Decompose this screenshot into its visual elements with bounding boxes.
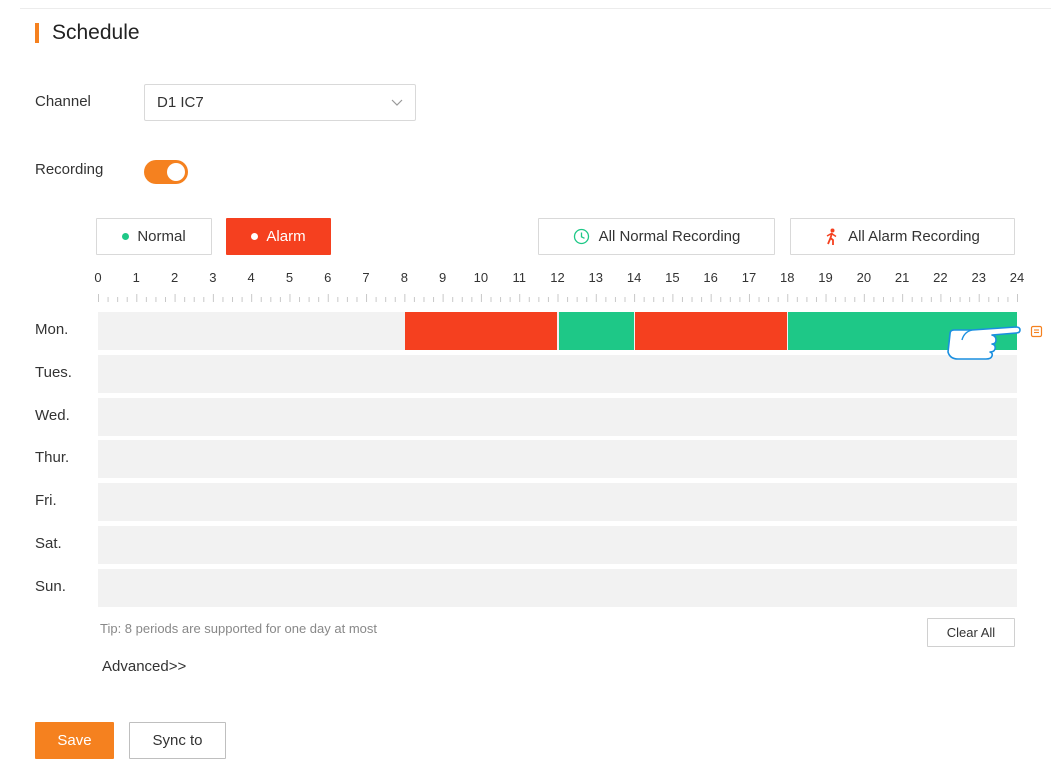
hour-tick-label: 18 <box>780 270 795 285</box>
hour-tick-label: 20 <box>856 270 872 285</box>
day-label: Sat. <box>35 535 62 552</box>
sync-to-label: Sync to <box>152 732 203 749</box>
normal-mode-label: Normal <box>137 228 186 245</box>
hour-tick-label: 3 <box>209 270 217 285</box>
hour-tick-label: 6 <box>324 270 332 285</box>
hour-tick-label: 2 <box>170 270 179 285</box>
alarm-mode-button[interactable]: Alarm <box>226 218 331 255</box>
toggle-knob <box>167 163 185 181</box>
hour-tick-label: 15 <box>665 270 680 285</box>
clear-all-label: Clear All <box>946 625 996 640</box>
all-alarm-recording-button[interactable]: All Alarm Recording <box>790 218 1015 255</box>
schedule-row[interactable] <box>98 312 1017 350</box>
clear-all-button[interactable]: Clear All <box>927 618 1015 647</box>
hour-tick-label: 4 <box>247 270 255 285</box>
normal-period-segment[interactable] <box>788 312 1017 350</box>
recording-label: Recording <box>35 161 104 178</box>
recording-toggle[interactable] <box>144 160 188 184</box>
hour-tick-label: 9 <box>439 270 447 285</box>
alarm-period-segment[interactable] <box>405 312 558 350</box>
hour-tick-label: 21 <box>894 270 910 285</box>
hour-tick-label: 23 <box>971 270 986 285</box>
hour-tick-label: 1 <box>132 270 140 285</box>
save-label: Save <box>57 732 92 749</box>
alarm-period-segment[interactable] <box>635 312 788 350</box>
clock-icon <box>573 228 589 245</box>
schedule-row[interactable] <box>98 355 1017 393</box>
hour-tick-label: 17 <box>741 270 757 285</box>
save-button[interactable]: Save <box>35 722 114 759</box>
hour-timeline: 0 1 2 3 4 5 6 7 8 9 10 11 12 13 14 15 16 17 18 19 20 21 22 23 24 <box>94 270 1024 302</box>
all-normal-recording-button[interactable]: All Normal Recording <box>538 218 775 255</box>
schedule-row[interactable] <box>98 440 1017 478</box>
hour-tick-label: 11 <box>512 270 526 285</box>
channel-select-value: D1 IC7 <box>157 94 204 111</box>
hour-tick-label: 7 <box>362 270 370 285</box>
day-label: Sun. <box>35 578 66 595</box>
channel-select[interactable]: D1 IC7 <box>144 84 416 121</box>
day-label: Mon. <box>35 321 69 338</box>
tip-text: Tip: 8 periods are supported for one day… <box>100 621 378 636</box>
normal-dot-icon <box>122 233 130 240</box>
sync-to-button[interactable]: Sync to <box>129 722 226 759</box>
hour-tick-label: 10 <box>473 270 489 285</box>
day-label: Tues. <box>35 364 72 381</box>
hour-tick-label: 24 <box>1009 270 1025 285</box>
hour-tick-label: 5 <box>285 270 294 285</box>
normal-mode-button[interactable]: Normal <box>96 218 212 255</box>
hour-tick-label: 22 <box>933 270 948 285</box>
hour-tick-label: 12 <box>550 270 565 285</box>
schedule-row[interactable] <box>98 569 1017 607</box>
alarm-mode-label: Alarm <box>266 228 306 245</box>
schedule-row[interactable] <box>98 526 1017 564</box>
channel-label: Channel <box>35 93 91 110</box>
hour-tick-label: 16 <box>703 270 718 285</box>
hour-tick-label: 8 <box>400 270 408 285</box>
day-label: Fri. <box>35 492 57 509</box>
all-normal-recording-label: All Normal Recording <box>598 228 741 245</box>
title-accent-bar <box>35 23 39 43</box>
alarm-dot-icon <box>251 233 259 240</box>
hour-tick-label: 14 <box>626 270 642 285</box>
page-top-border <box>20 8 1051 9</box>
schedule-row[interactable] <box>98 398 1017 436</box>
schedule-row[interactable] <box>98 483 1017 521</box>
running-person-icon <box>826 228 837 245</box>
day-label: Wed. <box>35 407 70 424</box>
timeline-ruler <box>98 294 1018 302</box>
hour-tick-label: 13 <box>588 270 604 285</box>
page-title: Schedule <box>35 20 140 46</box>
copy-icon[interactable] <box>1030 325 1043 338</box>
hour-tick-label: 19 <box>818 270 833 285</box>
normal-period-segment[interactable] <box>558 312 635 350</box>
page-title-text: Schedule <box>52 21 140 44</box>
advanced-link[interactable]: Advanced>> <box>102 658 186 675</box>
hour-tick-label: 0 <box>94 270 102 285</box>
all-alarm-recording-label: All Alarm Recording <box>848 228 980 245</box>
chevron-down-icon <box>391 99 403 106</box>
day-label: Thur. <box>35 449 70 466</box>
